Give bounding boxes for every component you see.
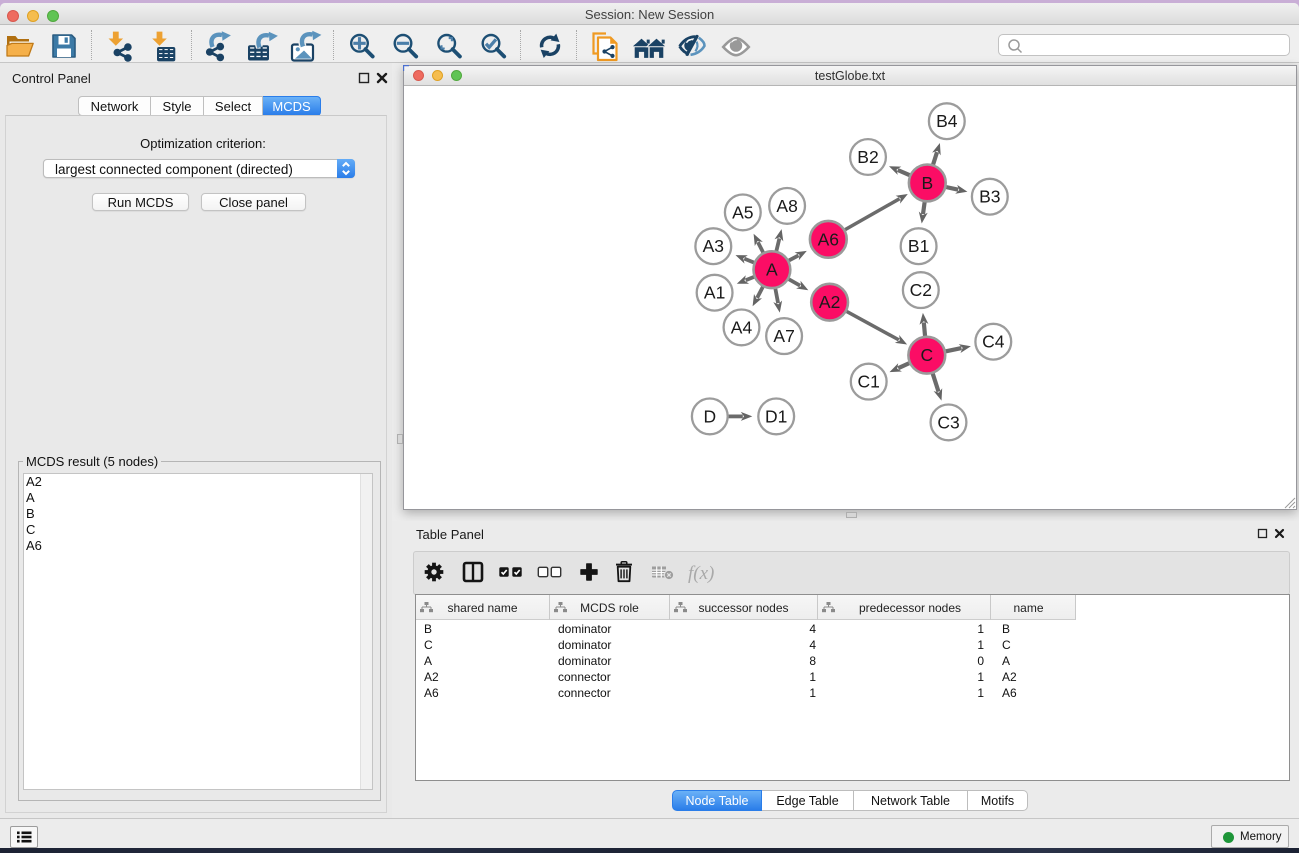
svg-text:C: C [920, 345, 933, 365]
svg-text:B4: B4 [936, 111, 958, 131]
svg-text:A7: A7 [773, 326, 794, 346]
svg-text:C2: C2 [910, 280, 932, 300]
svg-text:B1: B1 [908, 236, 929, 256]
svg-text:C1: C1 [858, 372, 880, 392]
svg-text:A6: A6 [818, 229, 839, 249]
svg-text:B2: B2 [857, 147, 878, 167]
svg-text:A8: A8 [776, 196, 797, 216]
svg-text:C4: C4 [982, 332, 1005, 352]
svg-text:B3: B3 [979, 187, 1000, 207]
svg-text:A4: A4 [731, 317, 753, 337]
svg-text:B: B [921, 173, 933, 193]
svg-text:A1: A1 [704, 283, 725, 303]
svg-text:A2: A2 [819, 292, 840, 312]
svg-text:D1: D1 [765, 406, 787, 426]
svg-text:A: A [766, 260, 778, 280]
svg-text:D: D [703, 406, 716, 426]
svg-text:f(x): f(x) [688, 563, 714, 584]
svg-text:C3: C3 [937, 412, 959, 432]
svg-text:A3: A3 [703, 236, 724, 256]
svg-text:A5: A5 [732, 202, 753, 222]
